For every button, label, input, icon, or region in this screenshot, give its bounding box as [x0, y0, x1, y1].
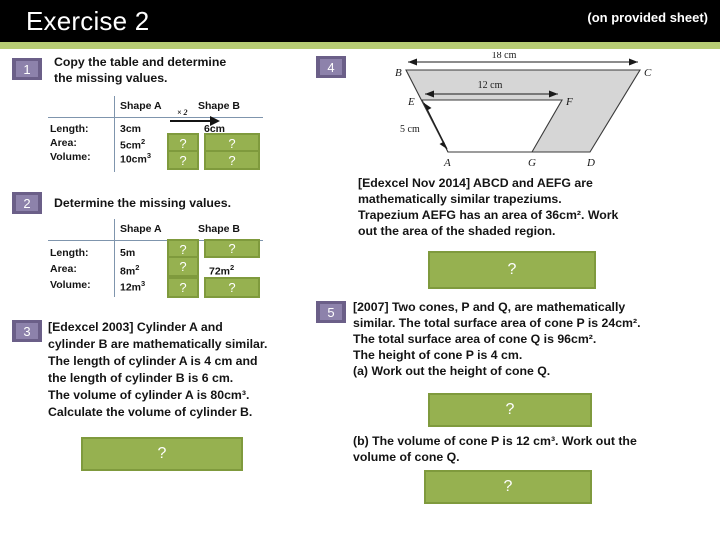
answer-box-ex2-a-volume[interactable]: ?	[167, 277, 199, 298]
table-1-row-label-volume: Volume:	[50, 151, 91, 163]
table-2-header-shape-a: Shape A	[120, 223, 162, 235]
table-2-row-label-area: Area:	[50, 263, 77, 275]
exercise-badge-4[interactable]: 4	[316, 56, 346, 78]
exercise-3-line-3: The length of cylinder A is 4 cm and	[48, 354, 258, 368]
table-1-row-label-area: Area:	[50, 137, 77, 149]
table-2-cell-b-area: 72m2	[209, 263, 235, 278]
table-1-cell-a-area: 5cm2	[120, 137, 146, 152]
trapezium-svg: B C E F A G D 18 cm 12 cm 5 cm	[395, 50, 652, 169]
exercise-4-line-1: [Edexcel Nov 2014] ABCD and AEFG are	[358, 176, 593, 190]
exercise-1-prompt-line2: the missing values.	[54, 71, 168, 85]
table-2-row-label-length: Length:	[50, 247, 89, 259]
slide-root: Exercise 2 (on provided sheet) 1 Copy th…	[0, 0, 720, 540]
answer-box-ex2-b-volume[interactable]: ?	[204, 277, 260, 298]
table-1-horizontal-rule	[48, 117, 263, 118]
dim-top-label: 18 cm	[492, 52, 517, 61]
exercise-number-3: 3	[16, 323, 38, 339]
exercise-3-line-6: Calculate the volume of cylinder B.	[48, 405, 253, 419]
exercise-badge-1[interactable]: 1	[12, 58, 42, 80]
table-2-row-label-volume: Volume:	[50, 279, 91, 291]
answer-box-ex1-b-volume[interactable]: ?	[204, 150, 260, 170]
exercise-1-prompt-line1: Copy the table and determine	[54, 55, 227, 69]
exercise-2-prompt-line1: Determine the missing values.	[54, 196, 232, 210]
answer-box-ex2-a-area[interactable]: ?	[167, 256, 199, 277]
svg-text:D: D	[586, 157, 595, 169]
table-2-vertical-rule	[114, 219, 115, 297]
table-2-cell-a-volume: 12m3	[120, 279, 146, 294]
exercise-5-line-1: [2007] Two cones, P and Q, are mathemati…	[353, 300, 626, 314]
table-2-header-shape-b: Shape B	[198, 223, 241, 235]
exercise-badge-2[interactable]: 2	[12, 192, 42, 214]
scale-factor-arrow-1: × 2	[168, 108, 220, 126]
exercise-5-part-b-line-1: (b) The volume of cone P is 12 cm³. Work…	[353, 434, 637, 448]
exercise-5-line-2: similar. The total surface area of cone …	[353, 316, 641, 330]
page-title: Exercise 2	[26, 6, 150, 36]
svg-text:C: C	[644, 67, 652, 79]
exercise-5-line-3: The total surface area of cone Q is 96cm…	[353, 332, 597, 346]
exercise-3-line-5: The volume of cylinder A is 80cm³.	[48, 388, 250, 402]
exercise-5-line-4: The height of cone P is 4 cm.	[353, 348, 523, 362]
answer-box-ex4[interactable]: ?	[428, 251, 596, 289]
svg-text:F: F	[565, 96, 573, 108]
table-2-cell-a-length: 5m	[120, 247, 136, 259]
table-1-cell-a-length: 3cm	[120, 123, 142, 135]
exercise-4-line-4: out the area of the shaded region.	[358, 224, 556, 238]
exercise-badge-5[interactable]: 5	[316, 301, 346, 323]
exercise-number-2: 2	[16, 195, 38, 211]
table-1-row-label-length: Length:	[50, 123, 89, 135]
exercise-5-part-b-line-2: volume of cone Q.	[353, 450, 460, 464]
exercise-5-line-5: (a) Work out the height of cone Q.	[353, 364, 551, 378]
dim-side-label: 5 cm	[400, 124, 420, 135]
answer-box-ex5b[interactable]: ?	[424, 470, 592, 504]
table-2-cell-a-area: 8m2	[120, 263, 140, 278]
scale-factor-label-1: × 2	[177, 108, 188, 117]
svg-text:B: B	[395, 67, 402, 79]
exercise-badge-3[interactable]: 3	[12, 320, 42, 342]
answer-box-ex1-a-volume[interactable]: ?	[167, 150, 199, 170]
answer-box-ex5a[interactable]: ?	[428, 393, 592, 427]
header-note: (on provided sheet)	[587, 10, 708, 25]
exercise-3-line-2: cylinder B are mathematically similar.	[48, 337, 268, 351]
table-1-vertical-rule	[114, 96, 115, 172]
exercise-number-4: 4	[320, 59, 342, 75]
exercise-3-line-4: the length of cylinder B is 6 cm.	[48, 371, 234, 385]
svg-text:A: A	[443, 157, 451, 169]
answer-box-ex2-b-length[interactable]: ?	[204, 239, 260, 258]
exercise-3-line-1: [Edexcel 2003] Cylinder A and	[48, 320, 223, 334]
exercise-4-line-2: mathematically similar trapeziums.	[358, 192, 562, 206]
table-1-header-shape-a: Shape A	[120, 100, 162, 112]
svg-text:E: E	[407, 96, 415, 108]
trapezium-diagram: B C E F A G D 18 cm 12 cm 5 cm	[378, 50, 678, 172]
dim-mid-label: 12 cm	[478, 80, 503, 91]
header-divider	[0, 42, 720, 49]
arrow-right-icon	[170, 116, 220, 126]
answer-box-ex3[interactable]: ?	[81, 437, 243, 471]
exercise-number-5: 5	[320, 304, 342, 320]
table-1-cell-a-volume: 10cm3	[120, 151, 152, 166]
svg-text:G: G	[528, 157, 536, 169]
exercise-number-1: 1	[16, 61, 38, 77]
exercise-4-line-3: Trapezium AEFG has an area of 36cm². Wor…	[358, 208, 619, 222]
